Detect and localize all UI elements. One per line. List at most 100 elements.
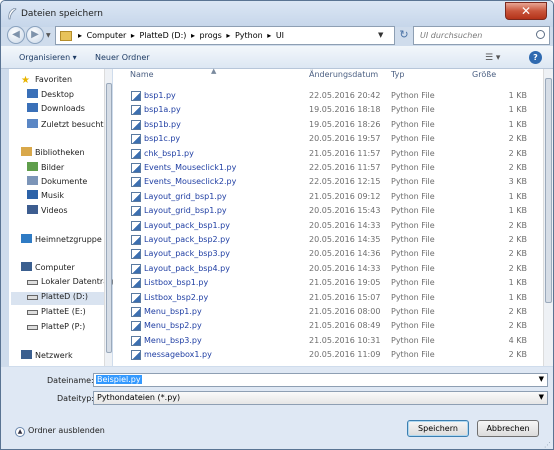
drive-icon	[27, 295, 38, 300]
file-size: 1 KB	[508, 105, 527, 115]
breadcrumb-ui[interactable]: UI	[276, 31, 284, 40]
help-icon[interactable]: ?	[529, 51, 542, 64]
python-file-icon	[131, 119, 141, 130]
column-size[interactable]: Größe	[472, 69, 496, 82]
sidebar-item-label: Dokumente	[41, 177, 88, 186]
address-bar[interactable]: ▸ Computer ▸ PlatteD (D:) ▸ progs ▸ Pyth…	[55, 26, 395, 45]
file-date: 20.05.2016 14:36	[309, 249, 381, 259]
file-date: 19.05.2016 18:18	[309, 105, 381, 115]
breadcrumb-progs[interactable]: progs	[200, 31, 222, 40]
file-row[interactable]: Layout_pack_bsp4.py 20.05.2016 14:33 Pytho…	[113, 262, 543, 276]
sidebar-item[interactable]: ★ Favoriten	[21, 75, 117, 88]
sort-arrow-icon: ▲	[211, 67, 217, 75]
file-size: 2 KB	[508, 148, 527, 158]
file-name: bsp1c.py	[144, 134, 181, 144]
save-button[interactable]: Speichern	[407, 420, 469, 437]
sidebar-item-label: Zuletzt besucht	[41, 120, 104, 129]
python-file-icon	[131, 350, 141, 361]
file-size: 2 KB	[508, 263, 527, 273]
sidebar-item-label: Downloads	[41, 104, 85, 113]
sidebar-item[interactable]: Computer	[21, 262, 117, 275]
column-type[interactable]: Typ	[391, 69, 404, 82]
python-file-icon	[131, 335, 141, 346]
file-row[interactable]: bsp1a.py 19.05.2016 18:18 Python File 1 KB	[113, 103, 543, 117]
file-type: Python File	[391, 91, 435, 100]
breadcrumb-platted[interactable]: PlatteD (D:)	[139, 31, 186, 40]
sidebar-item[interactable]: Heimnetzgruppe	[21, 234, 117, 247]
file-row[interactable]: Layout_pack_bsp3.py 20.05.2016 14:36 Pytho…	[113, 247, 543, 261]
file-row[interactable]: Listbox_bsp1.py 21.05.2016 19:05 Python Fi…	[113, 276, 543, 290]
file-row[interactable]: Menu_bsp2.py 21.05.2016 08:49 Python File 2…	[113, 319, 543, 333]
chevron-down-icon[interactable]: ▼	[539, 375, 544, 383]
sidebar-item-label: Bibliotheken	[35, 148, 85, 157]
file-row[interactable]: bsp1.py 22.05.2016 20:42 Python File 1 KB	[113, 89, 543, 103]
file-row[interactable]: Events_Mouseclick1.py 22.05.2016 11:57 Pyt…	[113, 161, 543, 175]
forward-button[interactable]: ▶	[26, 26, 44, 44]
file-type: Python File	[391, 335, 435, 345]
cancel-button[interactable]: Abbrechen	[477, 420, 539, 437]
history-dropdown-icon[interactable]: ▼	[46, 32, 51, 39]
search-input[interactable]: UI durchsuchen	[413, 26, 550, 45]
file-row[interactable]: Layout_pack_bsp2.py 20.05.2016 14:35 Pytho…	[113, 233, 543, 247]
resize-grip-icon[interactable]: ⋰	[544, 441, 551, 449]
file-row[interactable]: bsp1c.py 20.05.2016 19:57 Python File 2 KB	[113, 132, 543, 146]
scrollbar-thumb[interactable]	[545, 78, 552, 303]
videos-icon	[27, 205, 38, 214]
organize-button[interactable]: Organisieren ▾	[19, 53, 77, 62]
file-date: 20.05.2016 15:43	[309, 206, 381, 216]
file-row[interactable]: chk_bsp1.py 21.05.2016 11:57 Python File 2 …	[113, 147, 543, 161]
file-type: Python File	[391, 220, 435, 230]
file-type: Python File	[391, 321, 435, 331]
file-row[interactable]: Listbox_bsp2.py 21.05.2016 15:07 Python Fi…	[113, 291, 543, 305]
file-date: 20.05.2016 14:33	[309, 220, 381, 230]
close-button[interactable]: ✕	[505, 2, 547, 20]
chevron-down-icon[interactable]: ▼	[539, 393, 544, 401]
address-dropdown-icon[interactable]: ▼	[378, 31, 383, 39]
breadcrumb-separator: ▸	[78, 31, 83, 40]
file-date: 21.05.2016 09:12	[309, 191, 381, 201]
drive-icon	[27, 310, 38, 315]
star-icon: ★	[21, 75, 30, 86]
new-folder-button[interactable]: Neuer Ordner	[95, 53, 150, 62]
file-name: Listbox_bsp1.py	[144, 278, 209, 288]
hide-folders-toggle[interactable]: ▲ Ordner ausblenden	[15, 426, 105, 437]
file-row[interactable]: Menu_bsp3.py 21.05.2016 10:31 Python File 4…	[113, 334, 543, 348]
breadcrumb-computer[interactable]: Computer	[87, 31, 127, 40]
file-date: 20.05.2016 14:35	[309, 235, 381, 244]
file-row[interactable]: messagebox1.py 20.05.2016 11:09 Python Fil…	[113, 348, 543, 362]
file-date: 19.05.2016 18:26	[309, 119, 381, 129]
filename-field[interactable]: Beispiel.py ▼	[93, 373, 548, 387]
navigation-scrollbar[interactable]	[104, 69, 112, 366]
file-name: chk_bsp1.py	[144, 148, 194, 158]
file-row[interactable]: Layout_grid_bsp1.py 21.05.2016 09:12 Pytho…	[113, 190, 543, 204]
back-button[interactable]: ◀	[7, 26, 25, 44]
file-list-scrollbar[interactable]	[543, 69, 553, 366]
column-name[interactable]: Name	[130, 69, 154, 82]
file-name: Layout_pack_bsp3.py	[144, 249, 230, 259]
python-file-icon	[131, 206, 141, 217]
sidebar-item[interactable]: Bibliotheken	[21, 147, 117, 160]
file-type: Python File	[391, 206, 435, 216]
refresh-icon[interactable]: ↻	[397, 26, 411, 45]
file-row[interactable]: Layout_pack_bsp1.py 20.05.2016 14:33 Pytho…	[113, 219, 543, 233]
scrollbar-thumb[interactable]	[106, 83, 112, 353]
file-size: 1 KB	[508, 206, 527, 216]
file-type: Python File	[391, 263, 435, 273]
view-options-icon[interactable]: ☰ ▾	[485, 53, 500, 63]
column-date[interactable]: Änderungsdatum	[309, 69, 378, 82]
window-title: Dateien speichern	[21, 9, 103, 19]
file-size: 1 KB	[508, 278, 527, 288]
sidebar-item[interactable]: Netzwerk	[21, 350, 117, 363]
breadcrumb-python[interactable]: Python	[235, 31, 263, 40]
file-row[interactable]: Layout_grid_bsp1.py 20.05.2016 15:43 Pytho…	[113, 204, 543, 218]
sidebar-item[interactable]: PlatteD (D:)	[11, 292, 111, 305]
python-file-icon	[131, 177, 141, 188]
file-row[interactable]: bsp1b.py 19.05.2016 18:26 Python File 1 KB	[113, 118, 543, 132]
filetype-value: Pythondateien (*.py)	[97, 393, 181, 402]
file-row[interactable]: Menu_bsp1.py 21.05.2016 08:00 Python File 2…	[113, 305, 543, 319]
file-row[interactable]: Events_Mouseclick2.py 22.05.2016 12:15 Pyt…	[113, 175, 543, 189]
filetype-select[interactable]: Pythondateien (*.py) ▼	[93, 391, 548, 405]
python-file-icon	[131, 148, 141, 159]
file-size: 2 KB	[508, 321, 527, 331]
navigation-pane: ★ Favoriten Desktop Downloads Zuletzt besuch…	[9, 69, 113, 366]
